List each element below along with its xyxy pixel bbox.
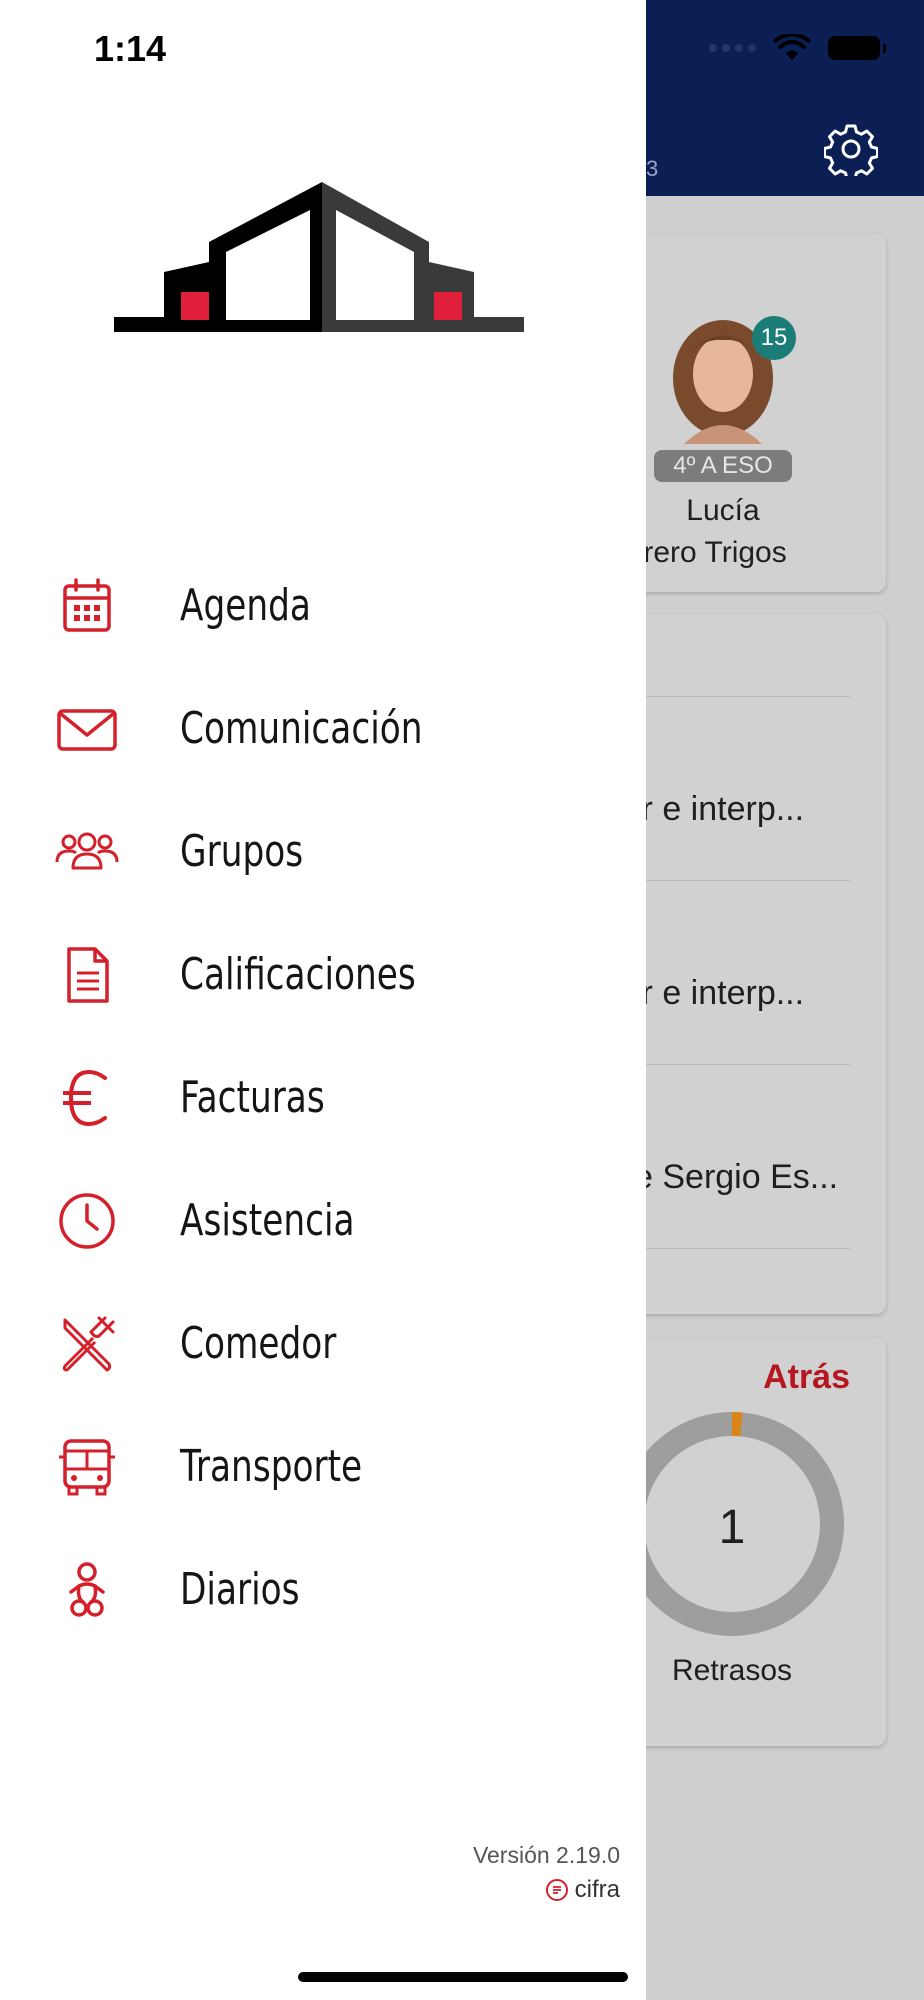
delays-label: Retrasos [671,1654,793,1687]
menu-item-comedor[interactable]: Comedor [0,1282,646,1405]
menu-item-facturas[interactable]: Facturas [0,1036,646,1159]
student-group-badge: 4º A ESO [654,450,792,482]
menu-item-label: Asistencia [180,1195,355,1246]
menu-item-label: Facturas [180,1072,325,1123]
battery-icon [828,36,886,60]
header-subtitle: 3 [646,156,659,181]
envelope-icon [52,694,122,764]
menu-item-label: Comunicación [180,703,423,754]
message-preview[interactable]: e Sergio Es... [634,1158,838,1197]
cifra-logo-icon [545,1879,568,1901]
side-drawer: 1:14 Agenda Comunicación Grupos Califica… [0,0,646,2000]
brand-name: cifra [574,1876,620,1903]
status-time: 1:14 [94,28,167,69]
menu-item-label: Transporte [180,1441,363,1492]
app-version: Versión 2.19.0 [472,1842,620,1868]
signal-icon [709,44,756,52]
euro-icon [52,1063,122,1133]
bus-icon [52,1432,122,1502]
menu-item-label: Grupos [180,826,304,877]
menu-item-calificaciones[interactable]: Calificaciones [0,913,646,1036]
brand-logo[interactable]: cifra [545,1876,620,1904]
clock-icon [52,1186,122,1256]
drawer-menu: Agenda Comunicación Grupos Calificacione… [0,544,646,1651]
wifi-icon [774,34,810,60]
message-preview[interactable]: ir e interp... [634,974,804,1013]
menu-item-transporte[interactable]: Transporte [0,1405,646,1528]
status-icons [709,34,886,62]
menu-item-label: Comedor [180,1318,337,1369]
calendar-icon [52,571,122,641]
menu-item-diarios[interactable]: Diarios [0,1528,646,1651]
home-indicator[interactable] [298,1972,628,1982]
menu-item-grupos[interactable]: Grupos [0,790,646,913]
menu-item-comunicacion[interactable]: Comunicación [0,667,646,790]
menu-item-asistencia[interactable]: Asistencia [0,1159,646,1282]
gear-icon[interactable] [824,122,878,176]
menu-item-label: Agenda [180,580,311,631]
menu-item-label: Calificaciones [180,949,416,1000]
baby-icon [52,1555,122,1625]
group-icon [52,817,122,887]
delays-count: 1 [718,1501,746,1554]
menu-item-agenda[interactable]: Agenda [0,544,646,667]
school-logo [114,182,524,332]
notification-badge: 15 [752,316,796,360]
document-icon [52,940,122,1010]
cutlery-icon [52,1309,122,1379]
menu-item-label: Diarios [180,1564,300,1615]
back-link[interactable]: Atrás [763,1358,850,1397]
message-preview[interactable]: ir e interp... [634,790,804,829]
